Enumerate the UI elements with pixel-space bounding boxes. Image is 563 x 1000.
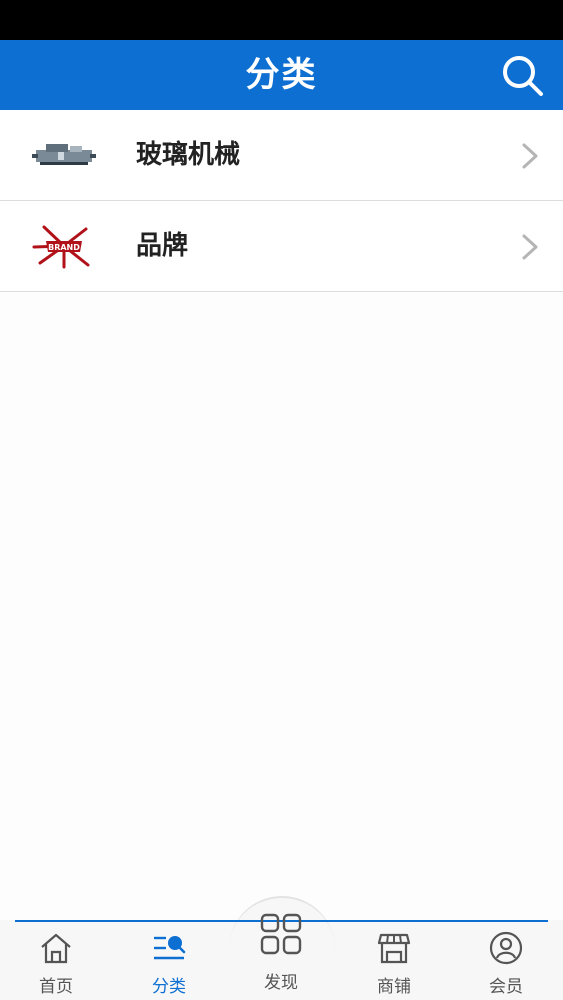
tab-member[interactable]: 会员 (466, 930, 546, 1000)
brand-logo-thumbnail: BRAND (32, 225, 90, 269)
category-label: 玻璃机械 (136, 140, 241, 170)
tab-home[interactable]: 首页 (16, 930, 96, 1000)
svg-text:BRAND: BRAND (48, 243, 80, 252)
search-icon (503, 56, 543, 96)
category-row-glass-machinery[interactable]: 玻璃机械 (0, 110, 563, 201)
user-icon (489, 931, 523, 965)
tab-discover[interactable]: 发现 (241, 912, 321, 1000)
store-icon (377, 933, 411, 964)
page-title: 分类 (245, 55, 318, 95)
tab-label: 首页 (39, 977, 73, 997)
tab-label: 商铺 (377, 977, 411, 997)
grid-icon (260, 913, 302, 955)
search-button[interactable] (499, 52, 545, 98)
status-bar (0, 0, 563, 40)
category-icon (154, 936, 186, 960)
tab-label: 发现 (264, 973, 298, 993)
header-bar: 分类 (0, 40, 563, 110)
glass-machine-thumbnail (32, 144, 96, 165)
tab-label: 会员 (489, 977, 523, 997)
tab-category[interactable]: 分类 (129, 930, 209, 1000)
category-list: 玻璃机械 BRAND 品牌 (0, 110, 563, 292)
home-icon (41, 933, 71, 964)
tab-label: 分类 (152, 977, 186, 997)
chevron-right-icon (522, 234, 538, 260)
page: 分类 玻璃机械 BRAND 品牌 首页 分类 发现 商铺 会员 (0, 0, 563, 1000)
category-row-brand[interactable]: BRAND 品牌 (0, 201, 563, 292)
tab-store[interactable]: 商铺 (354, 930, 434, 1000)
chevron-right-icon (522, 143, 538, 169)
category-label: 品牌 (136, 231, 189, 261)
